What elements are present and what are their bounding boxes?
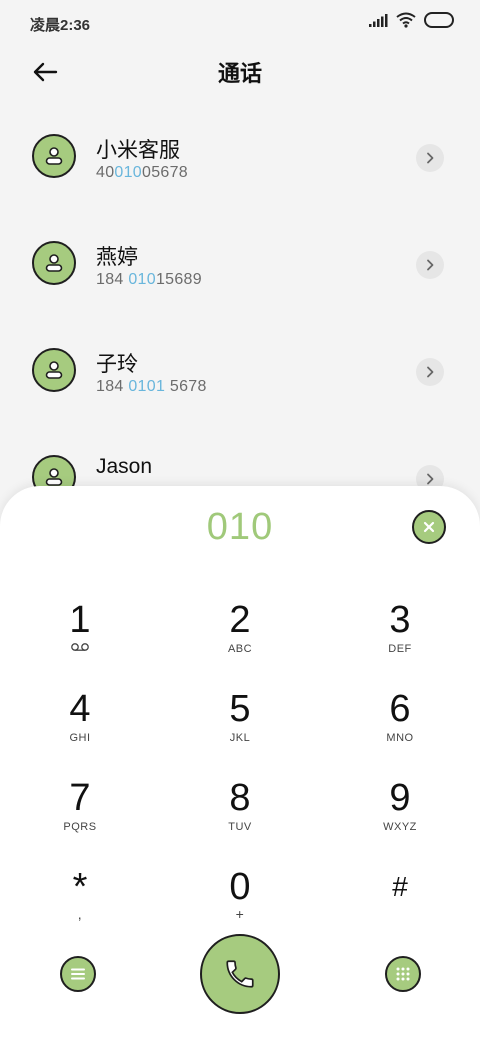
avatar bbox=[32, 348, 76, 392]
contact-number: 184 0101 5678 bbox=[96, 378, 207, 396]
person-icon bbox=[45, 361, 63, 379]
page-title: 通话 bbox=[217, 61, 262, 86]
contact-detail-button[interactable] bbox=[416, 358, 444, 386]
contact-row[interactable]: 燕婷 184 01015689 bbox=[0, 217, 480, 313]
number-suffix: 5678 bbox=[165, 378, 207, 395]
key-digit: 1 bbox=[69, 599, 91, 641]
key-letters: MNO bbox=[386, 732, 414, 744]
number-prefix: 184 bbox=[96, 271, 129, 288]
phone-icon bbox=[226, 960, 254, 988]
dialpad-toggle-button[interactable] bbox=[385, 956, 421, 992]
menu-button[interactable] bbox=[60, 956, 96, 992]
call-button[interactable] bbox=[200, 934, 280, 1014]
key-3[interactable]: 3 DEF bbox=[340, 592, 460, 672]
key-5[interactable]: 5 JKL bbox=[180, 681, 300, 761]
contact-name: Jason bbox=[96, 455, 153, 478]
key-letters: ABC bbox=[227, 643, 253, 655]
key-letters: GHI bbox=[69, 732, 91, 744]
person-icon bbox=[45, 254, 63, 272]
number-prefix: 40 bbox=[96, 164, 115, 181]
key-letters: TUV bbox=[228, 821, 252, 833]
chevron-right-icon bbox=[427, 259, 434, 271]
number-match: 010 bbox=[114, 164, 143, 181]
key-7[interactable]: 7 PQRS bbox=[20, 770, 140, 850]
key-letters: + bbox=[235, 906, 245, 922]
key-6[interactable]: 6 MNO bbox=[340, 681, 460, 761]
key-digit: 9 bbox=[389, 777, 411, 819]
signal-icon bbox=[369, 14, 388, 27]
avatar bbox=[32, 134, 76, 178]
voicemail-icon bbox=[71, 643, 89, 651]
key-digit: * bbox=[72, 866, 88, 908]
number-prefix: 184 bbox=[96, 378, 129, 395]
key-digit: 5 bbox=[229, 688, 251, 730]
key-digit: 8 bbox=[229, 777, 251, 819]
chevron-right-icon bbox=[427, 366, 434, 378]
key-4[interactable]: 4 GHI bbox=[20, 681, 140, 761]
key-letters: PQRS bbox=[63, 821, 97, 833]
key-1[interactable]: 1 bbox=[20, 592, 140, 672]
key-digit: 2 bbox=[229, 599, 251, 641]
chevron-right-icon bbox=[427, 473, 434, 485]
avatar bbox=[32, 241, 76, 285]
header: 通话 bbox=[0, 44, 480, 100]
contact-row[interactable]: 子玲 184 0101 5678 bbox=[0, 324, 480, 420]
clear-button[interactable] bbox=[412, 510, 446, 544]
key-letters: JKL bbox=[229, 732, 251, 744]
number-suffix: 05678 bbox=[142, 164, 189, 181]
status-icons bbox=[368, 12, 454, 28]
wifi-icon bbox=[396, 12, 416, 28]
key-2[interactable]: 2 ABC bbox=[180, 592, 300, 672]
key-digit: 0 bbox=[229, 866, 251, 908]
contact-detail-button[interactable] bbox=[416, 251, 444, 279]
status-bar: 凌晨2:36 bbox=[0, 0, 480, 44]
contact-number: 184 01015689 bbox=[96, 271, 202, 289]
contact-number: 4001005678 bbox=[96, 164, 188, 182]
contact-row[interactable]: 小米客服 4001005678 bbox=[0, 110, 480, 206]
number-match: 010 bbox=[128, 271, 156, 288]
status-time: 凌晨2:36 bbox=[30, 17, 91, 34]
key-0[interactable]: 0 + bbox=[180, 859, 300, 939]
key-digit: # bbox=[392, 871, 408, 902]
key-star[interactable]: * , bbox=[20, 859, 140, 939]
key-digit: 3 bbox=[389, 599, 411, 641]
close-icon bbox=[423, 521, 435, 533]
key-digit: 4 bbox=[69, 688, 91, 730]
key-9[interactable]: 9 WXYZ bbox=[340, 770, 460, 850]
battery-icon bbox=[424, 12, 454, 28]
contact-name: 子玲 bbox=[96, 353, 138, 376]
chevron-right-icon bbox=[427, 152, 434, 164]
number-match: 0101 bbox=[128, 378, 166, 395]
dialpad-icon bbox=[396, 967, 410, 981]
key-letters: , bbox=[77, 906, 83, 922]
key-letters: WXYZ bbox=[383, 821, 417, 833]
dial-panel: 010 1 2 ABC 3 DEF 4 GHI 5 JKL 6 MNO 7 PQ… bbox=[0, 486, 480, 1040]
key-digit: 6 bbox=[389, 688, 411, 730]
contact-name: 小米客服 bbox=[96, 139, 180, 162]
key-letters: DEF bbox=[388, 643, 412, 655]
contact-name: 燕婷 bbox=[96, 246, 138, 269]
contact-detail-button[interactable] bbox=[416, 144, 444, 172]
key-digit: 7 bbox=[69, 777, 91, 819]
key-8[interactable]: 8 TUV bbox=[180, 770, 300, 850]
person-icon bbox=[45, 147, 63, 165]
dial-number-display[interactable]: 010 bbox=[0, 506, 480, 549]
menu-icon bbox=[71, 968, 85, 980]
number-suffix: 15689 bbox=[155, 271, 202, 288]
key-hash[interactable]: # bbox=[340, 859, 460, 939]
